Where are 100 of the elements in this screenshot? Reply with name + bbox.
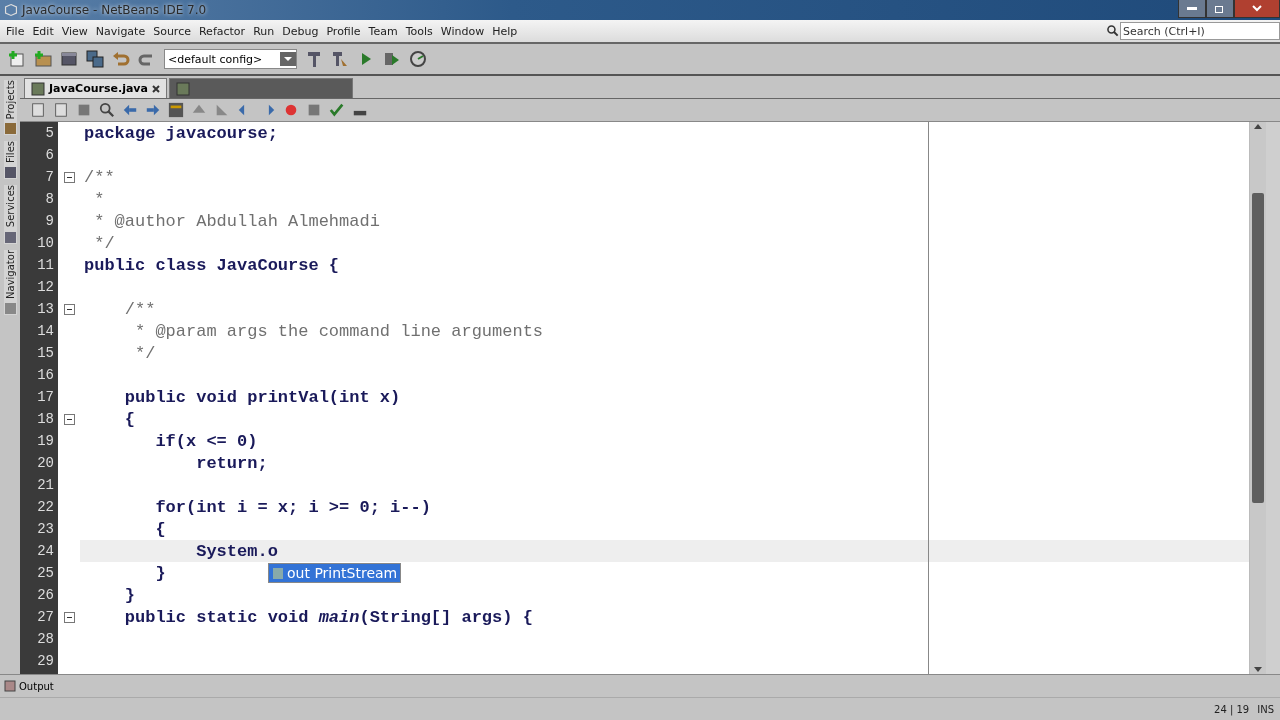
minimize-button[interactable] [1178,0,1206,18]
file-icon [31,81,45,96]
code-line: } [154,563,166,583]
line-number: 9 [44,212,55,231]
menu-item[interactable]: Tools [401,24,437,38]
line-number: 29 [36,652,55,671]
line-number: 22 [36,498,55,517]
code-line: System.o [195,541,278,561]
caret-icon [280,52,296,66]
menu-item[interactable]: Window [436,24,489,38]
line-number: 25 [36,564,55,583]
code-comment: /** [84,167,115,187]
window-icon[interactable] [60,50,78,68]
side-tab[interactable]: Services [3,185,17,244]
line-number: 13 [36,300,55,319]
config-dropdown[interactable]: <default config> [164,49,297,69]
fold-toggle-icon[interactable] [63,171,75,183]
line-number: 6 [44,146,55,165]
line-number: 27 [36,608,55,627]
chevron-down-icon [1252,5,1262,12]
line-number: 26 [36,586,55,605]
folder-plus-icon[interactable] [34,50,52,68]
fold-toggle-icon[interactable] [63,303,75,315]
scrollbar[interactable] [1250,122,1266,674]
file-icon [175,81,190,96]
editor-tab[interactable]: JavaCourse.java [24,78,167,98]
line-number: 14 [36,322,55,341]
line-number: 21 [36,476,55,495]
window-title: JavaCourse - NetBeans IDE 7.0 [22,3,207,17]
line-number: 17 [36,388,55,407]
page-icon[interactable] [30,102,46,118]
debug-run-icon[interactable] [383,50,401,68]
record-icon[interactable] [283,102,299,118]
completion-item[interactable]: out PrintStream [269,564,401,582]
menu-item[interactable]: Source [149,24,195,38]
line-number: 12 [36,278,55,297]
hammer-brush-icon[interactable] [331,50,349,68]
arrow-up-icon[interactable] [1253,122,1263,130]
arrow-right-icon[interactable] [145,102,161,118]
line-number: 8 [44,190,55,209]
code-line: return; [195,453,268,473]
fold-toggle-icon[interactable] [63,611,75,623]
menu-item[interactable]: View [57,24,92,38]
page-icon[interactable] [53,102,69,118]
arrow-down-icon[interactable] [1253,666,1263,674]
menu-item[interactable]: Debug [278,24,323,38]
menu-item[interactable]: Edit [28,24,58,38]
side-tab[interactable]: Files [3,141,17,180]
menu-item[interactable]: Help [488,24,522,38]
line-number: 15 [36,344,55,363]
magnifier-icon[interactable] [99,102,115,118]
menu-item[interactable]: Team [364,24,402,38]
minimize-icon [1187,6,1197,11]
tab-icon [3,230,17,244]
menu-item[interactable]: Run [249,24,279,38]
panel-icon[interactable] [168,102,184,118]
code-comment: */ [134,343,156,363]
line-number: 5 [44,124,55,143]
close-icon[interactable] [151,84,160,93]
menu-item[interactable]: Refactor [194,24,250,38]
menu-item[interactable]: File [2,24,29,38]
menu-item[interactable]: Profile [322,24,365,38]
line-number: 24 [36,542,55,561]
gauge-icon[interactable] [409,50,427,68]
tab-icon [3,122,17,136]
output-tab[interactable]: Output [4,680,54,692]
side-tab[interactable]: Navigator [3,249,17,315]
line-number: 11 [36,256,55,275]
tab-icon [3,301,17,315]
shape-icon[interactable] [214,102,230,118]
code-line: package javacourse; [84,123,278,143]
code-line: } [123,585,135,605]
save-icon[interactable] [86,50,104,68]
search-field[interactable]: Search (Ctrl+I) [1120,22,1280,40]
line-number: 28 [36,630,55,649]
search-icon[interactable] [1106,24,1120,38]
code-line: public void printVal(int x) [123,387,401,407]
check-icon[interactable] [329,102,345,118]
line-number: 7 [44,168,55,187]
code-comment: * [93,189,105,209]
hammer-icon[interactable] [305,50,323,68]
insert-mode: INS [1257,703,1274,715]
square-icon[interactable] [76,102,92,118]
code-comment: */ [93,233,115,253]
square-icon[interactable] [306,102,322,118]
caret-position: 24 | 19 [1214,703,1250,715]
code-line: if(x <= 0) [154,431,258,451]
code-line: for(int i = x; i >= 0; i--) [154,497,431,517]
code-line: { [154,519,166,539]
undo-icon[interactable] [112,50,130,68]
code-line: { [123,409,135,429]
menu-item[interactable]: Navigate [91,24,150,38]
close-button[interactable] [1234,0,1280,18]
maximize-button[interactable] [1206,0,1234,18]
arrow-left-icon[interactable] [122,102,138,118]
side-tab[interactable]: Projects [3,80,17,136]
code-comment: * @author Abdullah Almehmadi [93,211,380,231]
fold-toggle-icon[interactable] [63,413,75,425]
document-plus-icon[interactable] [8,50,26,68]
line-number: 20 [36,454,55,473]
